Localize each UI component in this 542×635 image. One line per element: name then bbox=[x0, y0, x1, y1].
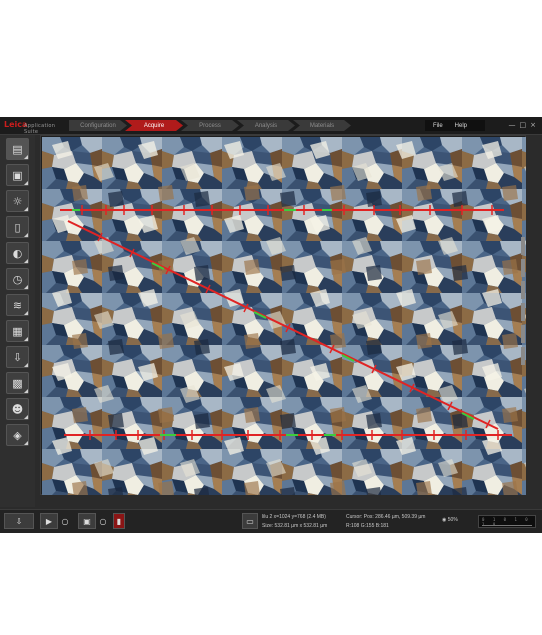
stage-icon: ⇩ bbox=[15, 516, 23, 526]
strip-handle[interactable] bbox=[521, 303, 525, 321]
circle-icon: ○ bbox=[61, 516, 69, 526]
play-icon: ▶ bbox=[45, 516, 53, 526]
stage-button[interactable]: ⇩ bbox=[4, 513, 34, 529]
strip-handle[interactable] bbox=[521, 325, 525, 343]
strip-handle[interactable] bbox=[521, 237, 525, 255]
snapshot-options[interactable]: ○ bbox=[98, 513, 108, 529]
cursor-info: Cursor: Pos: 286.46 µm, 509.39 µm R:108 … bbox=[346, 514, 426, 529]
strip-handle[interactable] bbox=[521, 347, 525, 365]
main-menu: File Help bbox=[425, 120, 485, 131]
app-window: Leica Application Suite Configuration Ac… bbox=[0, 117, 542, 533]
clock-icon[interactable]: ◷ bbox=[6, 268, 29, 290]
brightness-icon[interactable]: ◐ bbox=[6, 242, 29, 264]
camera-icon: ▣ bbox=[83, 516, 91, 526]
snapshot-button[interactable]: ▣ bbox=[78, 513, 96, 529]
overlay-icon[interactable]: ▦ bbox=[6, 320, 29, 342]
tab-materials[interactable]: Materials bbox=[293, 120, 351, 131]
live-play-button[interactable]: ▶ bbox=[40, 513, 58, 529]
close-button[interactable]: × bbox=[530, 120, 536, 130]
left-toolbar: ▤ ▣ ☼ ▯ ◐ ◷ ≋ ▦ ⇩ ▩ ☻ ◈ bbox=[0, 135, 35, 507]
record-icon: ▮ bbox=[116, 516, 122, 526]
document-icon[interactable]: ▤ bbox=[6, 138, 29, 160]
people-icon[interactable]: ☻ bbox=[6, 398, 29, 420]
scale-ruler: 0 1 0 1 0 1 0 bbox=[478, 515, 536, 528]
cylinder-icon[interactable]: ▯ bbox=[6, 216, 29, 238]
workflow-tabs: Configuration Acquire Process Analysis M… bbox=[69, 120, 351, 131]
image-info-button[interactable]: ▭ bbox=[242, 513, 258, 529]
leica-logo: Leica Application Suite bbox=[4, 120, 56, 135]
strip-handle[interactable] bbox=[521, 281, 525, 299]
tab-analysis[interactable]: Analysis bbox=[237, 120, 295, 131]
viewer-side-strip bbox=[521, 237, 527, 407]
window-controls: — □ × bbox=[509, 120, 537, 130]
camera-icon[interactable]: ▣ bbox=[6, 164, 29, 186]
maximize-button[interactable]: □ bbox=[520, 120, 527, 130]
layers-icon[interactable]: ≋ bbox=[6, 294, 29, 316]
minimize-button[interactable]: — bbox=[509, 120, 516, 130]
micrograph-image[interactable] bbox=[42, 137, 526, 495]
light-icon[interactable]: ☼ bbox=[6, 190, 29, 212]
stage-icon[interactable]: ⇩ bbox=[6, 346, 29, 368]
record-button[interactable]: ▮ bbox=[113, 513, 125, 529]
image-info: lilu 2 x=1024 y=768 (2.4 MB) Size: 532.8… bbox=[262, 514, 328, 529]
tab-process[interactable]: Process bbox=[181, 120, 239, 131]
strip-handle[interactable] bbox=[521, 259, 525, 277]
circle-icon: ○ bbox=[99, 516, 107, 526]
zoom-level[interactable]: ◉ 50% bbox=[442, 517, 458, 523]
status-bar: ⇩ ▶ ○ ▣ ○ ▮ ▭ lilu 2 x=1024 y=768 (2.4 M… bbox=[0, 509, 542, 533]
title-bar: Leica Application Suite Configuration Ac… bbox=[0, 117, 542, 135]
image-viewer[interactable] bbox=[40, 135, 526, 495]
xyz-icon[interactable]: ◈ bbox=[6, 424, 29, 446]
menu-help[interactable]: Help bbox=[455, 123, 467, 129]
menu-file[interactable]: File bbox=[433, 123, 443, 129]
tab-configuration[interactable]: Configuration bbox=[69, 120, 127, 131]
play-options[interactable]: ○ bbox=[60, 513, 70, 529]
monitor-icon: ▭ bbox=[246, 516, 254, 526]
chip-icon[interactable]: ▩ bbox=[6, 372, 29, 394]
tab-acquire[interactable]: Acquire bbox=[125, 120, 183, 131]
